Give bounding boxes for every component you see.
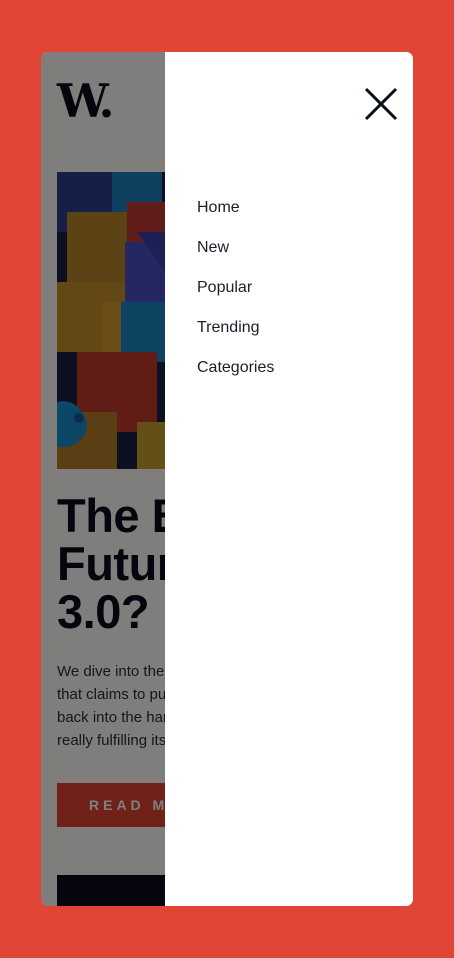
menu-item-trending[interactable]: Trending [197,318,274,358]
menu-item-new[interactable]: New [197,238,274,278]
nav-drawer: Home New Popular Trending Categories [165,52,413,906]
menu-item-categories[interactable]: Categories [197,358,274,398]
nav-menu: Home New Popular Trending Categories [197,198,274,398]
menu-item-home[interactable]: Home [197,198,274,238]
close-icon[interactable] [363,86,399,122]
menu-backdrop[interactable] [41,52,165,906]
menu-item-popular[interactable]: Popular [197,278,274,318]
app-frame: W. The Bright Future o [41,52,413,906]
